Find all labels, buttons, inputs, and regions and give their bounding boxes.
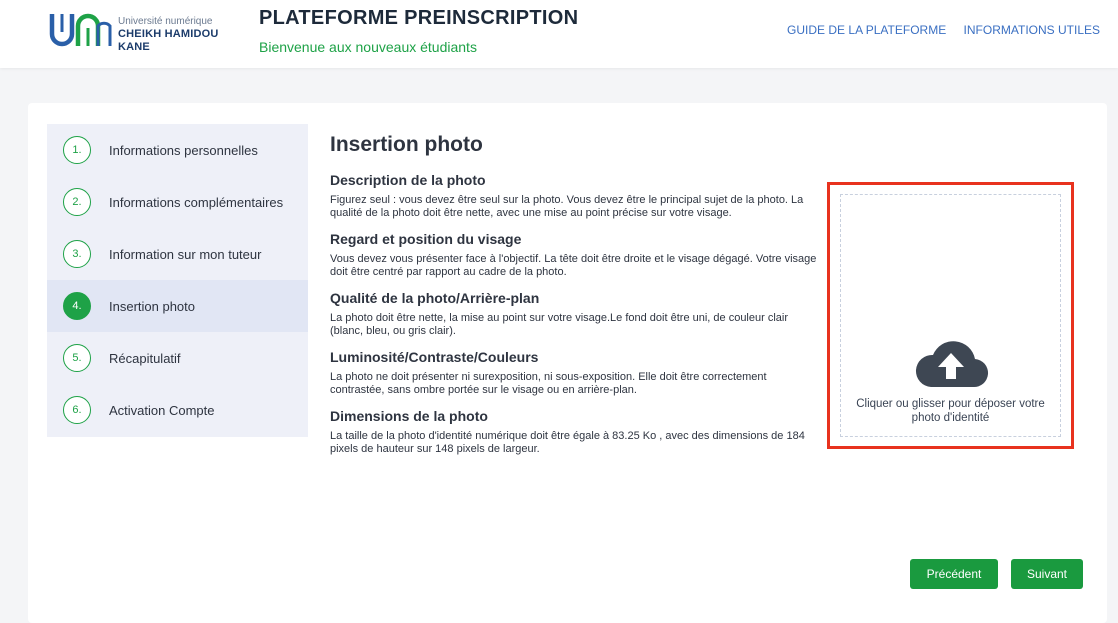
app-title: PLATEFORME PREINSCRIPTION (259, 7, 579, 29)
section-text: La photo doit être nette, la mise au poi… (330, 312, 788, 337)
section-heading: Description de la photo (330, 172, 486, 188)
app-subtitle: Bienvenue aux nouveaux étudiants (259, 39, 477, 55)
photo-instructions: Insertion photo Description de la photo … (330, 133, 820, 467)
step-number: 1. (63, 136, 91, 164)
step-label: Insertion photo (109, 298, 196, 314)
stepper-sidebar: 1. Informations personnelles 2. Informat… (47, 124, 308, 437)
nav-guide-link[interactable]: GUIDE DE LA PLATEFORME (787, 23, 946, 37)
logo-mark-icon (49, 13, 112, 47)
step-activation-compte[interactable]: 6. Activation Compte (47, 384, 308, 436)
section-heading: Regard et position du visage (330, 231, 522, 247)
step-number: 4. (63, 292, 91, 320)
step-number: 6. (63, 396, 91, 424)
section-heading: Luminosité/Contraste/Couleurs (330, 349, 539, 365)
section-description: Description de la photo Figurez seul : v… (330, 172, 820, 220)
main-card: 1. Informations personnelles 2. Informat… (28, 103, 1107, 623)
step-label: Informations complémentaires (109, 194, 284, 210)
logo-name: CHEIKH HAMIDOU KANE (118, 28, 219, 53)
dropzone-label: Cliquer ou glisser pour déposer votre ph… (856, 398, 1045, 424)
nav-info-link[interactable]: INFORMATIONS UTILES (964, 23, 1100, 37)
step-label: Information sur mon tuteur (109, 246, 262, 262)
top-nav: GUIDE DE LA PLATEFORME INFORMATIONS UTIL… (773, 23, 1100, 37)
page-title: Insertion photo (330, 133, 483, 156)
section-text: La taille de la photo d'identité numériq… (330, 430, 805, 455)
photo-dropzone[interactable]: Cliquer ou glisser pour déposer votre ph… (840, 194, 1061, 437)
section-dimensions: Dimensions de la photo La taille de la p… (330, 408, 820, 456)
step-label: Informations personnelles (109, 142, 258, 158)
step-number: 3. (63, 240, 91, 268)
step-information-tuteur[interactable]: 3. Information sur mon tuteur (47, 228, 308, 280)
section-text: La photo ne doit présenter ni surexposit… (330, 371, 767, 396)
step-informations-complementaires[interactable]: 2. Informations complémentaires (47, 176, 308, 228)
photo-upload-highlight: Cliquer ou glisser pour déposer votre ph… (827, 182, 1074, 449)
next-button[interactable]: Suivant (1011, 559, 1083, 589)
step-label: Activation Compte (109, 402, 215, 418)
section-heading: Dimensions de la photo (330, 408, 488, 424)
section-regard-position: Regard et position du visage Vous devez … (330, 231, 820, 279)
cloud-upload-icon (915, 341, 988, 388)
previous-button[interactable]: Précédent (910, 559, 998, 589)
step-number: 2. (63, 188, 91, 216)
step-informations-personnelles[interactable]: 1. Informations personnelles (47, 124, 308, 176)
section-luminosite: Luminosité/Contraste/Couleurs La photo n… (330, 349, 820, 397)
step-insertion-photo[interactable]: 4. Insertion photo (47, 280, 308, 332)
section-text: Figurez seul : vous devez être seul sur … (330, 194, 804, 219)
section-text: Vous devez vous présenter face à l'objec… (330, 253, 817, 278)
university-logo[interactable]: Université numérique CHEIKH HAMIDOU KANE (48, 10, 228, 53)
top-header: Université numérique CHEIKH HAMIDOU KANE… (0, 0, 1118, 68)
logo-subtitle: Université numérique (118, 16, 213, 27)
section-heading: Qualité de la photo/Arrière-plan (330, 290, 540, 306)
step-label: Récapitulatif (109, 350, 181, 366)
step-number: 5. (63, 344, 91, 372)
step-recapitulatif[interactable]: 5. Récapitulatif (47, 332, 308, 384)
section-qualite-arriere-plan: Qualité de la photo/Arrière-plan La phot… (330, 290, 820, 338)
